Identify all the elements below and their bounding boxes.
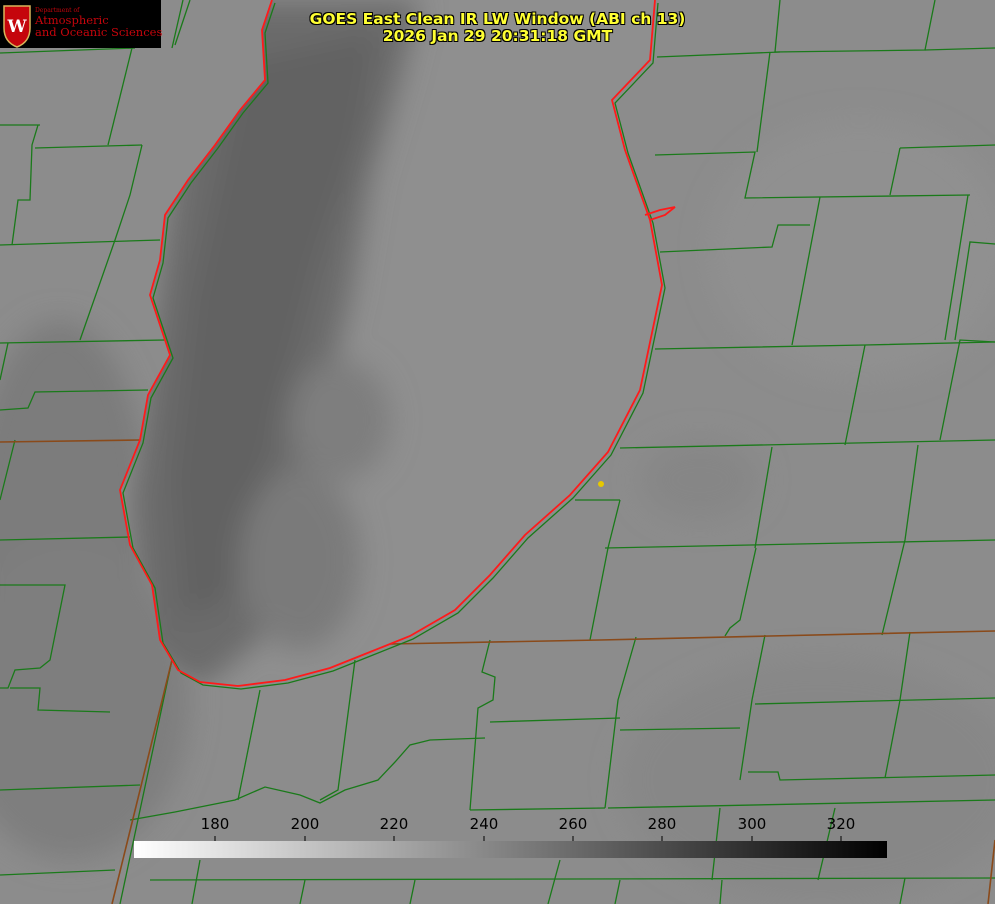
svg-text:W: W bbox=[6, 17, 27, 37]
satellite-image: W bbox=[0, 0, 995, 904]
image-title: GOES East Clean IR LW Window (ABI ch 13)… bbox=[300, 11, 695, 45]
logo: Department of Atmospheric and Oceanic Sc… bbox=[35, 7, 163, 40]
colorbar-tick-label: 260 bbox=[558, 815, 588, 833]
map-viewer: W Department of Atmospheric and Oceanic … bbox=[0, 0, 995, 904]
uw-crest-icon: W bbox=[3, 5, 31, 48]
logo-line2: and Oceanic Sciences bbox=[35, 25, 163, 40]
colorbar-gradient bbox=[134, 841, 887, 858]
colorbar-tick-label: 220 bbox=[379, 815, 409, 833]
colorbar-tick-label: 280 bbox=[647, 815, 677, 833]
colorbar-tick-label: 180 bbox=[200, 815, 230, 833]
colorbar-tick-label: 240 bbox=[469, 815, 499, 833]
colorbar-tick-label: 200 bbox=[290, 815, 320, 833]
station-marker bbox=[598, 481, 604, 487]
colorbar-tick-label: 300 bbox=[737, 815, 767, 833]
title-product: GOES East Clean IR LW Window (ABI ch 13) bbox=[309, 10, 686, 28]
title-timestamp: 2026 Jan 29 20:31:18 GMT bbox=[382, 27, 613, 45]
colorbar-tick-label: 320 bbox=[826, 815, 856, 833]
